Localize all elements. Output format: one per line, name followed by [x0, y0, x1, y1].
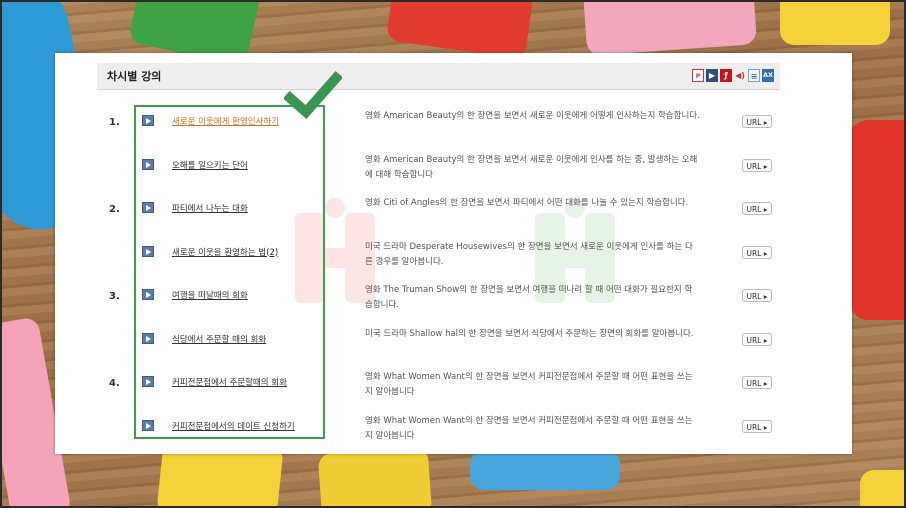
audio-icon[interactable]: ◀)	[734, 69, 746, 82]
lecture-description: 미국 드라마 Shallow hal의 한 장면을 보면서 식당에서 주문하는 …	[365, 328, 694, 339]
blue-letter-shape-bottom	[470, 450, 620, 490]
lecture-row: 식당에서 주문할 때의 회화 미국 드라마 Shallow hal의 한 장면을 …	[55, 323, 852, 366]
lecture-description: 미국 드라마 Desperate Housewives의 한 장면을 보면서 새…	[365, 241, 693, 267]
url-button[interactable]: URL ▸	[742, 158, 772, 172]
yellow-letter-shape	[780, 0, 890, 45]
lecture-description: 영화 What Women Want의 한 장면을 보면서 커피전문점에서 주문…	[365, 415, 693, 441]
url-button-label: URL	[746, 248, 762, 258]
url-button[interactable]: URL ▸	[742, 419, 772, 433]
lecture-row: 3. 여행을 떠날때의 회화 영화 The Truman Show의 한 장면을 보…	[55, 279, 852, 322]
lecture-row: 오해를 일으키는 단어 영화 American Beauty의 한 장면을 보면서…	[55, 149, 852, 192]
lecture-number: 1.	[109, 117, 120, 128]
lecture-number: 4.	[109, 378, 120, 389]
url-button-label: URL	[746, 422, 762, 432]
url-button[interactable]: URL ▸	[742, 245, 772, 259]
pink-letter-shape	[582, 0, 758, 56]
lecture-description: 영화 American Beauty의 한 장면을 보면서 새로운 이웃에게 어…	[365, 111, 700, 121]
url-button[interactable]: URL ▸	[742, 289, 772, 302]
play-icon[interactable]	[142, 332, 154, 344]
panel-header: 차시별 강의 P ▶ ƒ ◀) ≡ AX	[97, 63, 780, 90]
red-letter-shape	[385, 0, 535, 60]
url-button[interactable]: URL ▸	[742, 376, 772, 389]
url-button[interactable]: URL ▸	[742, 202, 772, 215]
url-button-label: URL	[746, 335, 762, 345]
document-icon[interactable]: ≡	[748, 69, 760, 82]
url-button-label: URL	[746, 292, 762, 301]
panel-title: 차시별 강의	[107, 70, 162, 83]
play-icon[interactable]	[142, 202, 154, 213]
lecture-row: 1. 새로운 이웃에게 환영인사하기 영화 American Beauty의 한 장…	[55, 105, 852, 148]
play-icon[interactable]	[142, 115, 154, 126]
url-button[interactable]: URL ▸	[742, 332, 772, 346]
lecture-title-link[interactable]: 파티에서 나누는 대화	[172, 202, 248, 214]
lecture-row: 커피전문점에서의 데이트 신청하기 영화 What Women Want의 한 장…	[55, 410, 852, 453]
url-button-label: URL	[746, 161, 762, 171]
lecture-number: 3.	[109, 291, 120, 302]
play-icon[interactable]	[142, 376, 154, 387]
url-button-label: URL	[746, 118, 762, 127]
url-button[interactable]: URL ▸	[742, 115, 772, 128]
lecture-title-link[interactable]: 식당에서 주문할 때의 회화	[172, 333, 266, 345]
lecture-title-link[interactable]: 새로운 이웃에게 환영인사하기	[172, 115, 279, 127]
lecture-row: 새로운 이웃을 환영하는 법(2) 미국 드라마 Desperate Housew…	[55, 236, 852, 279]
video-icon[interactable]: ▶	[706, 69, 718, 82]
pdf-icon[interactable]: P	[692, 69, 704, 82]
play-icon[interactable]	[142, 245, 154, 257]
checkmark-icon	[284, 70, 342, 120]
play-icon[interactable]	[142, 419, 154, 431]
flash-icon[interactable]: ƒ	[720, 69, 732, 82]
lecture-title-link[interactable]: 여행을 떠날때의 회화	[172, 289, 248, 301]
lecture-description: 영화 Citi of Angles의 한 장면을 보면서 파티에서 어떤 대화를…	[365, 198, 689, 208]
url-button-label: URL	[746, 205, 762, 214]
lecture-panel: 차시별 강의 P ▶ ƒ ◀) ≡ AX 1. 새로운 이웃에게 환영인사하기 영화…	[55, 53, 852, 454]
lecture-row: 2. 파티에서 나누는 대화 영화 Citi of Angles의 한 장면을 보면…	[55, 192, 852, 235]
red-letter-shape-right	[850, 120, 906, 320]
play-icon[interactable]	[142, 158, 154, 170]
lecture-description: 영화 The Truman Show의 한 장면을 보면서 여행을 떠나려 할 …	[365, 285, 693, 310]
lecture-description: 영화 What Women Want의 한 장면을 보면서 커피전문점에서 주문…	[365, 372, 693, 397]
lecture-description: 영화 American Beauty의 한 장면을 보면서 새로운 이웃에게 인…	[365, 154, 698, 180]
ax-icon[interactable]: AX	[762, 69, 774, 82]
lecture-row: 4. 커피전문점에서 주문할때의 회화 영화 What Women Want의 한 …	[55, 366, 852, 409]
lecture-number: 2.	[109, 204, 120, 215]
url-button-label: URL	[746, 379, 762, 388]
format-icons: P ▶ ƒ ◀) ≡ AX	[692, 69, 774, 82]
yellow-letter-shape-bottom-2	[317, 446, 433, 508]
lecture-title-link[interactable]: 커피전문점에서의 데이트 신청하기	[172, 420, 295, 432]
play-icon[interactable]	[142, 289, 154, 300]
lecture-title-link[interactable]: 새로운 이웃을 환영하는 법(2)	[172, 246, 278, 258]
lecture-title-link[interactable]: 오해를 일으키는 단어	[172, 159, 248, 171]
yellow-letter-shape-corner	[860, 470, 906, 508]
lecture-title-link[interactable]: 커피전문점에서 주문할때의 회화	[172, 376, 287, 388]
